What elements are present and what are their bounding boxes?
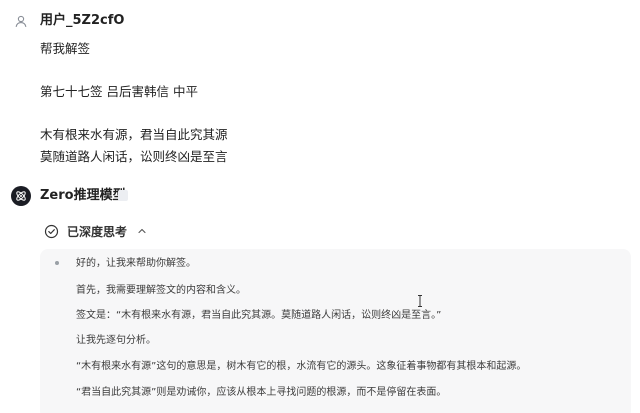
zero-logo-icon (16, 191, 26, 201)
thinking-line: 好的，让我来帮助你解签。 (76, 258, 196, 269)
assistant-name: Zero推理模型 (40, 188, 126, 203)
check-circle-icon (44, 224, 59, 238)
thinking-line: 签文是：“木有根来水有源，君当自此究其源。莫随道路人闲话，讼则终凶是至言。” (76, 310, 442, 321)
text-cursor-icon (418, 295, 422, 307)
thinking-line: 让我先逐句分析。 (76, 335, 156, 346)
thinking-bullet-icon (55, 261, 59, 265)
user-message-line: 木有根来水有源，君当自此究其源 (40, 127, 228, 142)
user-icon (15, 15, 27, 28)
thinking-line: “君当自此究其源”则是劝诫你，应该从根本上寻找问题的根源，而不是停留在表面。 (76, 387, 447, 398)
user-message-line: 帮我解签 (40, 41, 91, 56)
assistant-avatar (11, 186, 31, 206)
user-message-line: 第七十七签 吕后害韩信 中平 (40, 84, 198, 99)
chevron-up-icon[interactable] (137, 226, 147, 236)
thinking-line: “木有根来水有源”这句的意思是，树木有它的根，水流有它的源头。这象征着事物都有其… (76, 361, 527, 372)
user-message-line: 莫随道路人闲话，讼则终凶是至言 (40, 149, 228, 164)
user-avatar (12, 12, 30, 30)
thinking-toggle[interactable]: 已深度思考 (44, 221, 147, 241)
user-name: 用户_5Z2cfO (40, 13, 125, 28)
chat-page: 用户_5Z2cfO 帮我解签 第七十七签 吕后害韩信 中平 木有根来水有源，君当… (0, 0, 640, 413)
badge-icon (118, 190, 128, 201)
thinking-line: 首先，我需要理解签文的内容和含义。 (76, 285, 246, 296)
thinking-toggle-label: 已深度思考 (67, 224, 128, 239)
